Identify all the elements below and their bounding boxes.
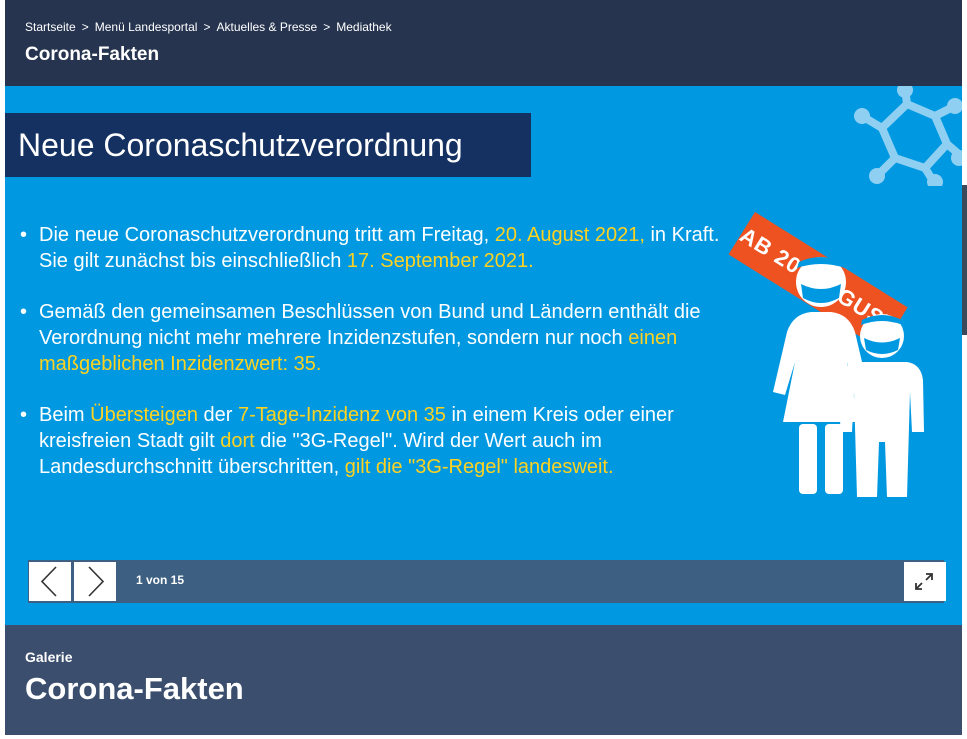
breadcrumb-separator: > (203, 20, 211, 34)
bullet-dot: • (20, 224, 28, 246)
bullet-text-part: Gemäß den gemeinsamen Beschlüssen von Bu… (39, 301, 701, 349)
breadcrumb-aktuelles-presse[interactable]: Aktuelles & Presse (216, 20, 317, 34)
breadcrumb: Startseite > Menü Landesportal > Aktuelles &… (25, 20, 392, 34)
gallery-page: Startseite > Menü Landesportal > Aktuelles &… (5, 0, 962, 739)
slide-bullet: • Beim Übersteigen der 7-Tage-Inzidenz vo… (19, 402, 749, 480)
bullet-dot: • (20, 301, 28, 323)
gallery-title: Corona-Fakten (25, 671, 244, 706)
slide-title: Neue Coronaschutzverordnung (18, 127, 463, 163)
highlighted-text: 7-Tage-Inzidenz von 35 (238, 404, 446, 426)
gallery-info: Galerie Corona-Fakten (5, 625, 962, 735)
edge-strip (962, 185, 967, 335)
breadcrumb-separator: > (323, 20, 331, 34)
breadcrumb-startseite[interactable]: Startseite (25, 20, 76, 34)
page-title: Corona-Fakten (25, 44, 160, 65)
masked-family-icon (773, 257, 924, 497)
fullscreen-button[interactable] (904, 562, 946, 601)
chevron-left-icon (40, 566, 57, 597)
highlighted-text: gilt die "3G-Regel" landesweit. (344, 456, 614, 478)
gallery-controls: 1 von 15 (28, 560, 946, 603)
slide-title-bar: Neue Coronaschutzverordnung (5, 113, 531, 177)
highlighted-text: 17. September 2021. (346, 250, 534, 272)
breadcrumb-mediathek[interactable]: Mediathek (336, 20, 391, 34)
expand-icon (915, 573, 933, 590)
bullet-text-part: der (197, 404, 238, 426)
highlighted-text: Übersteigen (90, 404, 198, 426)
bullet-text: Beim Übersteigen der 7-Tage-Inzidenz von… (39, 404, 674, 478)
breadcrumb-separator: > (81, 20, 89, 34)
gallery-slide-image: Neue Coronaschutzverordnung • Die neue Co… (5, 86, 962, 625)
slide-bullet: • Gemäß den gemeinsamen Beschlüssen von B… (19, 299, 749, 377)
chevron-right-icon (88, 566, 105, 597)
next-slide-button[interactable] (74, 562, 116, 601)
highlighted-text: 20. August 2021, (494, 224, 645, 246)
slide-bullet-list: • Die neue Coronaschutzverordnung tritt a… (19, 222, 749, 505)
gallery-label: Galerie (25, 649, 73, 665)
highlighted-text: dort (220, 430, 255, 452)
bullet-text: Die neue Coronaschutzverordnung tritt am… (39, 224, 719, 272)
bullet-dot: • (20, 404, 28, 426)
breadcrumb-landesportal[interactable]: Menü Landesportal (95, 20, 198, 34)
slide-counter: 1 von 15 (136, 573, 185, 587)
virus-icon (854, 86, 962, 186)
slide-bullet: • Die neue Coronaschutzverordnung tritt a… (19, 222, 749, 274)
bullet-text-part: Die neue Coronaschutzverordnung tritt am… (39, 224, 495, 246)
bullet-text: Gemäß den gemeinsamen Beschlüssen von Bu… (39, 301, 701, 375)
page-header: Startseite > Menü Landesportal > Aktuelles &… (5, 0, 962, 86)
prev-slide-button[interactable] (29, 562, 71, 601)
bullet-text-part: Beim (39, 404, 91, 426)
